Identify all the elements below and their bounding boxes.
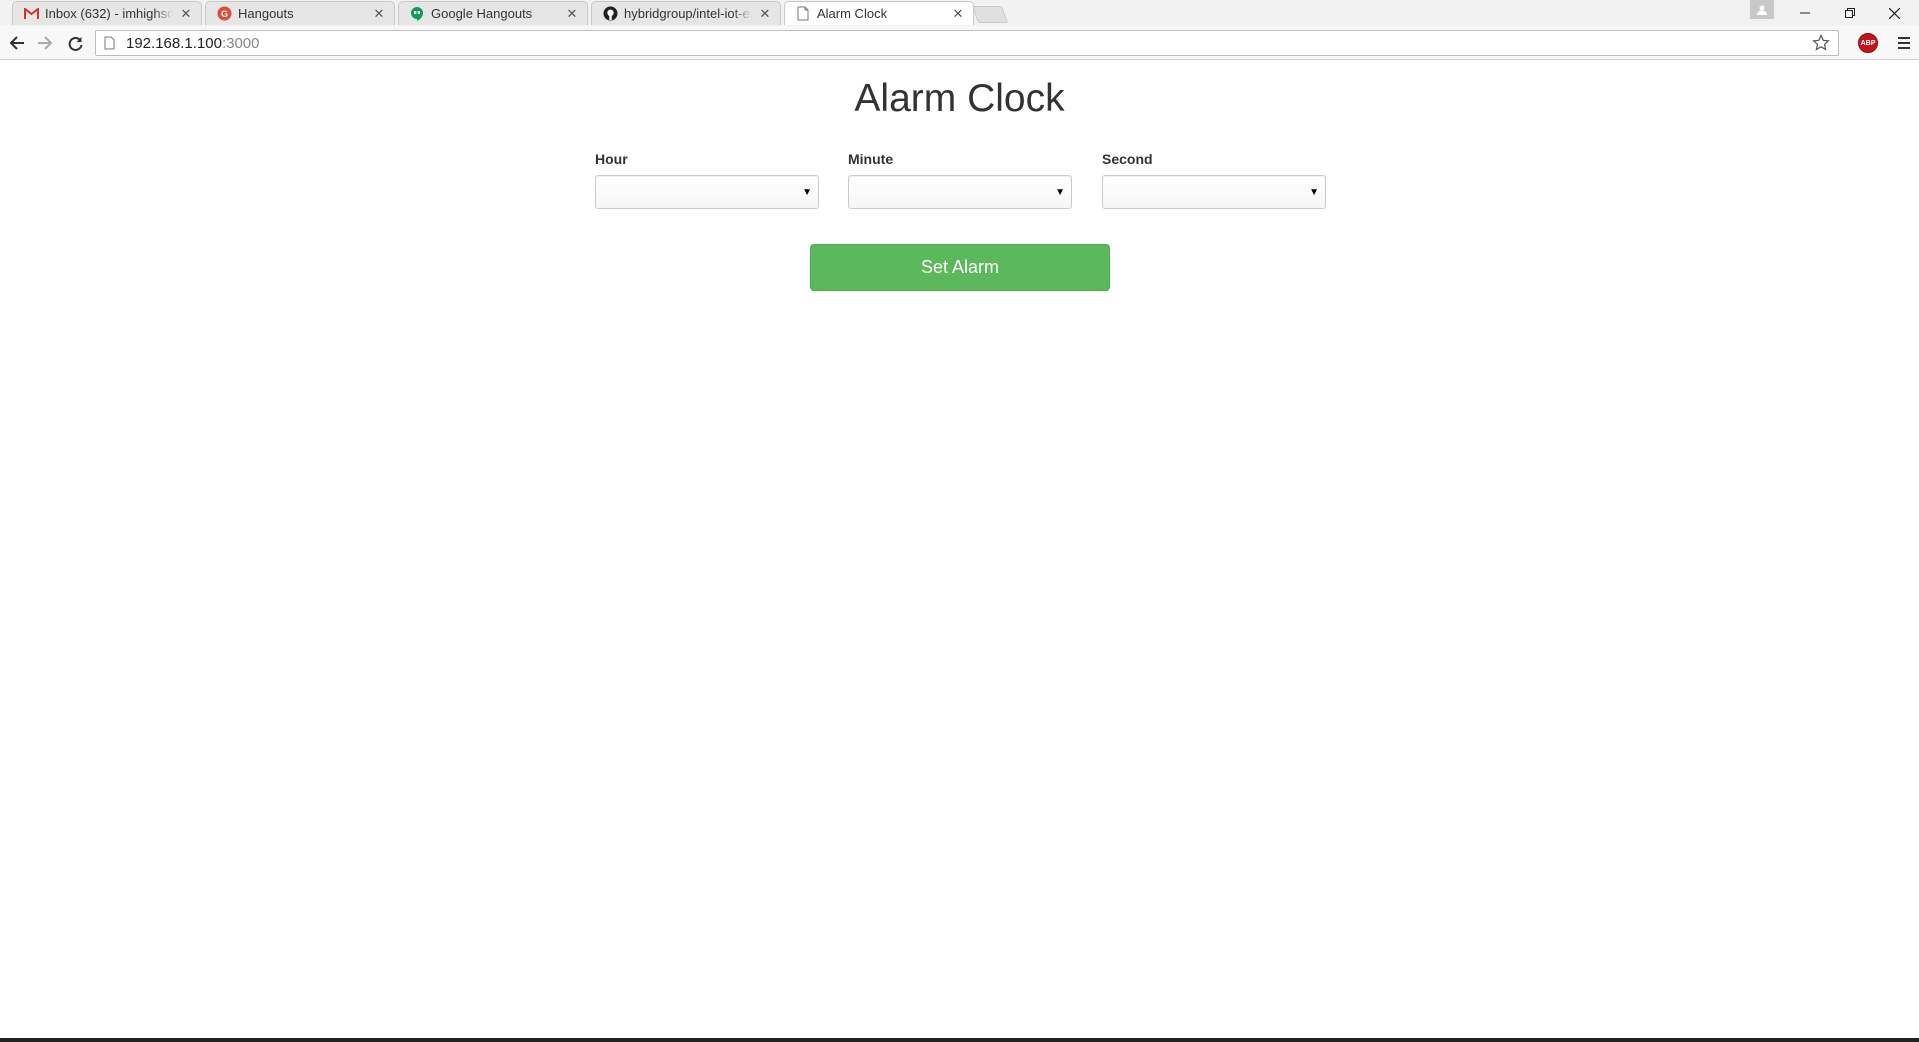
forward-icon[interactable]	[34, 32, 56, 54]
close-window-icon[interactable]	[1872, 0, 1917, 26]
page-icon	[795, 6, 811, 22]
tab-close-icon[interactable]: ✕	[565, 6, 579, 21]
new-tab-button[interactable]	[971, 6, 1009, 23]
tab-title: Alarm Clock	[817, 6, 888, 21]
address-bar[interactable]: 192.168.1.100:3000	[95, 30, 1839, 56]
tab-close-icon[interactable]: ✕	[758, 6, 772, 21]
page-info-icon[interactable]	[104, 35, 118, 51]
hour-select[interactable]: ▼	[595, 175, 819, 209]
set-alarm-button[interactable]: Set Alarm	[810, 244, 1110, 291]
tab-close-icon[interactable]: ✕	[372, 6, 386, 21]
tab-inbox[interactable]: Inbox (632) - imhighsoscm ✕	[12, 1, 202, 25]
minute-label: Minute	[848, 151, 894, 167]
page-title: Alarm Clock	[854, 77, 1065, 120]
tab-google-hangouts[interactable]: Google Hangouts ✕	[398, 1, 588, 25]
google-plus-icon: G	[216, 6, 232, 22]
bookmark-star-icon[interactable]	[1812, 34, 1830, 56]
tab-hangouts[interactable]: G Hangouts ✕	[205, 1, 395, 25]
hour-label: Hour	[595, 151, 628, 167]
url-host: 192.168.1.100	[126, 34, 222, 52]
tab-title: hybridgroup/intel-iot-exa	[624, 6, 752, 21]
svg-text:G: G	[220, 9, 227, 19]
tab-title: Google Hangouts	[431, 6, 533, 21]
tab-close-icon[interactable]: ✕	[951, 6, 965, 21]
browser-menu-icon[interactable]	[1895, 34, 1913, 52]
hour-field: Hour ▼	[595, 151, 819, 209]
window-bottom-border	[0, 1038, 1919, 1042]
dropdown-arrow-icon: ▼	[802, 187, 812, 198]
browser-toolbar: 192.168.1.100:3000 ABP	[0, 26, 1919, 60]
profile-icon[interactable]	[1750, 0, 1774, 19]
dropdown-arrow-icon: ▼	[1309, 187, 1319, 198]
second-field: Second ▼	[1102, 151, 1326, 209]
reload-icon[interactable]	[64, 32, 86, 54]
tab-title: Hangouts	[238, 6, 294, 21]
url-port: :3000	[221, 34, 260, 52]
minute-select[interactable]: ▼	[848, 175, 1072, 209]
minimize-icon[interactable]	[1782, 0, 1827, 26]
page-content: Alarm Clock Hour ▼ Minute ▼ Second ▼ Set…	[0, 61, 1919, 1042]
gmail-icon	[23, 6, 39, 22]
minute-field: Minute ▼	[848, 151, 1072, 209]
github-icon	[602, 6, 618, 22]
hangouts-icon	[409, 6, 425, 22]
adblock-plus-icon[interactable]: ABP	[1858, 33, 1878, 53]
tab-title: Inbox (632) - imhighsoscm	[45, 6, 173, 21]
second-label: Second	[1102, 151, 1153, 167]
tab-close-icon[interactable]: ✕	[179, 6, 193, 21]
dropdown-arrow-icon: ▼	[1055, 187, 1065, 198]
tab-alarm-clock[interactable]: Alarm Clock ✕	[784, 1, 974, 25]
restore-icon[interactable]	[1827, 0, 1872, 26]
tab-github[interactable]: hybridgroup/intel-iot-exa ✕	[591, 1, 781, 25]
tab-strip: Inbox (632) - imhighsoscm ✕ G Hangouts ✕…	[0, 0, 1919, 26]
second-select[interactable]: ▼	[1102, 175, 1326, 209]
back-icon[interactable]	[6, 32, 28, 54]
